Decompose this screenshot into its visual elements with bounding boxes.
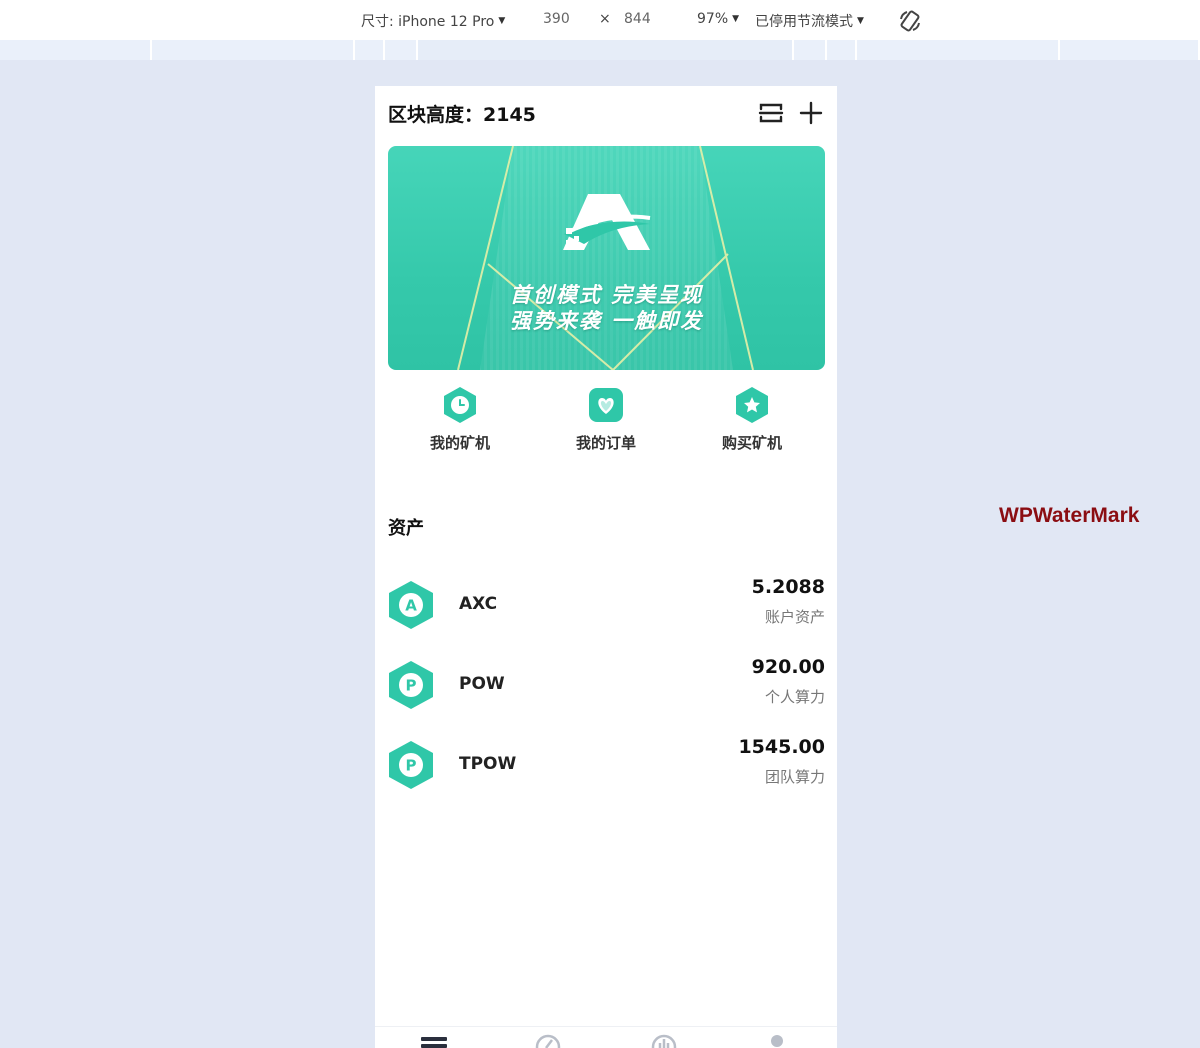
banner-slogan-line2: 强势来袭 一触即发	[509, 309, 704, 333]
plus-icon[interactable]	[798, 100, 824, 126]
device-select-label: 尺寸: iPhone 12 Pro	[361, 14, 495, 30]
scan-icon[interactable]	[758, 100, 784, 126]
asset-value: 1545.00	[738, 736, 825, 758]
throttle-select-label: 已停用节流模式	[755, 14, 853, 30]
ruler-segment[interactable]	[827, 40, 857, 60]
zoom-select-label: 97%	[697, 11, 729, 27]
block-height-label: 区块高度：2145	[388, 104, 536, 126]
watermark: WPWaterMark	[999, 504, 1140, 527]
tab-compass-icon[interactable]	[533, 1033, 563, 1048]
quick-actions: 我的矿机 我的订单 购买矿机	[388, 386, 825, 466]
heart-icon	[589, 388, 623, 422]
ruler-segment[interactable]	[0, 40, 152, 60]
asset-value: 5.2088	[751, 576, 825, 598]
quick-action-buy-miners[interactable]: 购买矿机	[692, 386, 812, 453]
coin-letter: P	[406, 757, 417, 775]
ruler-segment[interactable]	[857, 40, 1060, 60]
asset-row-tpow[interactable]: P TPOW 1545.00 团队算力	[388, 732, 825, 802]
ruler-segment[interactable]	[152, 40, 355, 60]
height-input[interactable]: 844	[624, 11, 651, 27]
width-input[interactable]: 390	[543, 11, 570, 27]
more-options-icon[interactable]: ⋮	[1196, 6, 1200, 34]
phone-viewport: 区块高度：2145 首创模式 完美呈现 强势来袭 一触即发 我的矿机 我的订单 …	[375, 86, 837, 1048]
asset-caption: 个人算力	[764, 688, 825, 706]
asset-row-axc[interactable]: A AXC 5.2088 账户资产	[388, 572, 825, 642]
tab-chart-icon[interactable]	[649, 1033, 679, 1048]
chevron-down-icon: ▼	[732, 14, 740, 24]
coin-letter: A	[405, 597, 417, 615]
ruler-segment[interactable]	[385, 40, 418, 60]
asset-caption: 团队算力	[764, 768, 825, 786]
banner-background	[457, 146, 754, 370]
coin-a-icon: A	[389, 581, 433, 629]
clock-icon	[444, 387, 476, 423]
asset-symbol: TPOW	[459, 754, 517, 774]
ruler-segment[interactable]	[794, 40, 827, 60]
quick-action-label: 我的订单	[575, 434, 636, 452]
tab-profile-icon[interactable]	[765, 1033, 795, 1048]
top-bar: 区块高度：2145	[388, 100, 827, 128]
asset-row-pow[interactable]: P POW 920.00 个人算力	[388, 652, 825, 722]
zoom-select[interactable]: 97% ▼	[697, 11, 739, 27]
ruler-segment[interactable]	[1060, 40, 1200, 60]
asset-value: 920.00	[751, 656, 825, 678]
dimension-separator: ×	[599, 11, 611, 27]
ruler-segment[interactable]	[418, 40, 794, 60]
coin-p-icon: P	[389, 661, 433, 709]
throttle-select[interactable]: 已停用节流模式 ▼	[755, 11, 864, 31]
device-select[interactable]: 尺寸: iPhone 12 Pro ▼	[361, 11, 505, 31]
coin-p-icon: P	[389, 741, 433, 789]
media-query-ruler	[0, 40, 1200, 60]
quick-action-label: 我的矿机	[429, 434, 490, 452]
chevron-down-icon: ▼	[857, 16, 864, 26]
coin-letter: P	[406, 677, 417, 695]
assets-title: 资产	[388, 518, 424, 539]
promo-banner[interactable]: 首创模式 完美呈现 强势来袭 一触即发	[388, 146, 825, 370]
star-icon	[736, 387, 768, 423]
quick-action-my-miners[interactable]: 我的矿机	[400, 386, 520, 453]
asset-symbol: POW	[459, 674, 505, 694]
device-toolbar: 尺寸: iPhone 12 Pro ▼ 390 × 844 97% ▼ 已停用节…	[0, 0, 1200, 40]
rotate-icon[interactable]	[898, 9, 922, 33]
asset-symbol: AXC	[459, 594, 498, 614]
quick-action-my-orders[interactable]: 我的订单	[546, 386, 666, 453]
ruler-segment[interactable]	[355, 40, 385, 60]
bottom-tab-bar	[375, 1026, 837, 1048]
tab-home-icon[interactable]	[419, 1033, 449, 1048]
asset-caption: 账户资产	[764, 608, 825, 626]
quick-action-label: 购买矿机	[721, 434, 782, 452]
chevron-down-icon: ▼	[498, 16, 506, 26]
